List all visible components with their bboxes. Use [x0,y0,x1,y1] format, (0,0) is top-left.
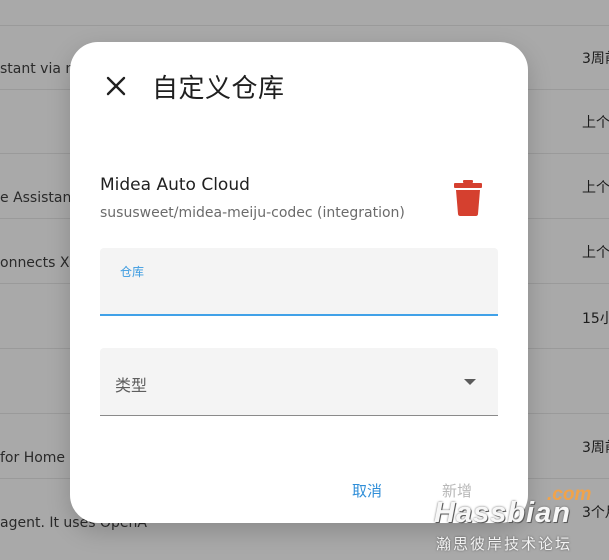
custom-repositories-dialog: 自定义仓库 Midea Auto Cloud sususweet/midea-m… [70,42,528,523]
close-button[interactable] [100,70,132,102]
cancel-button[interactable]: 取消 [352,480,382,501]
repository-input-label: 仓库 [120,265,145,279]
type-select-label: 类型 [115,376,148,395]
watermark-brand: Hassbian [434,497,571,529]
repository-input[interactable] [120,282,484,306]
close-icon [106,76,126,96]
repository-path: sususweet/midea-meiju-codec (integration… [100,205,405,221]
dialog-title: 自定义仓库 [152,74,285,104]
dropdown-caret-icon [464,379,476,385]
watermark-subtitle: 瀚思彼岸技术论坛 [436,535,573,553]
type-select[interactable]: 类型 [100,348,498,416]
repository-name: Midea Auto Cloud [100,175,250,195]
repository-input-field[interactable]: 仓库 [100,248,498,316]
trash-icon [454,180,482,216]
delete-repository-button[interactable] [450,178,486,218]
